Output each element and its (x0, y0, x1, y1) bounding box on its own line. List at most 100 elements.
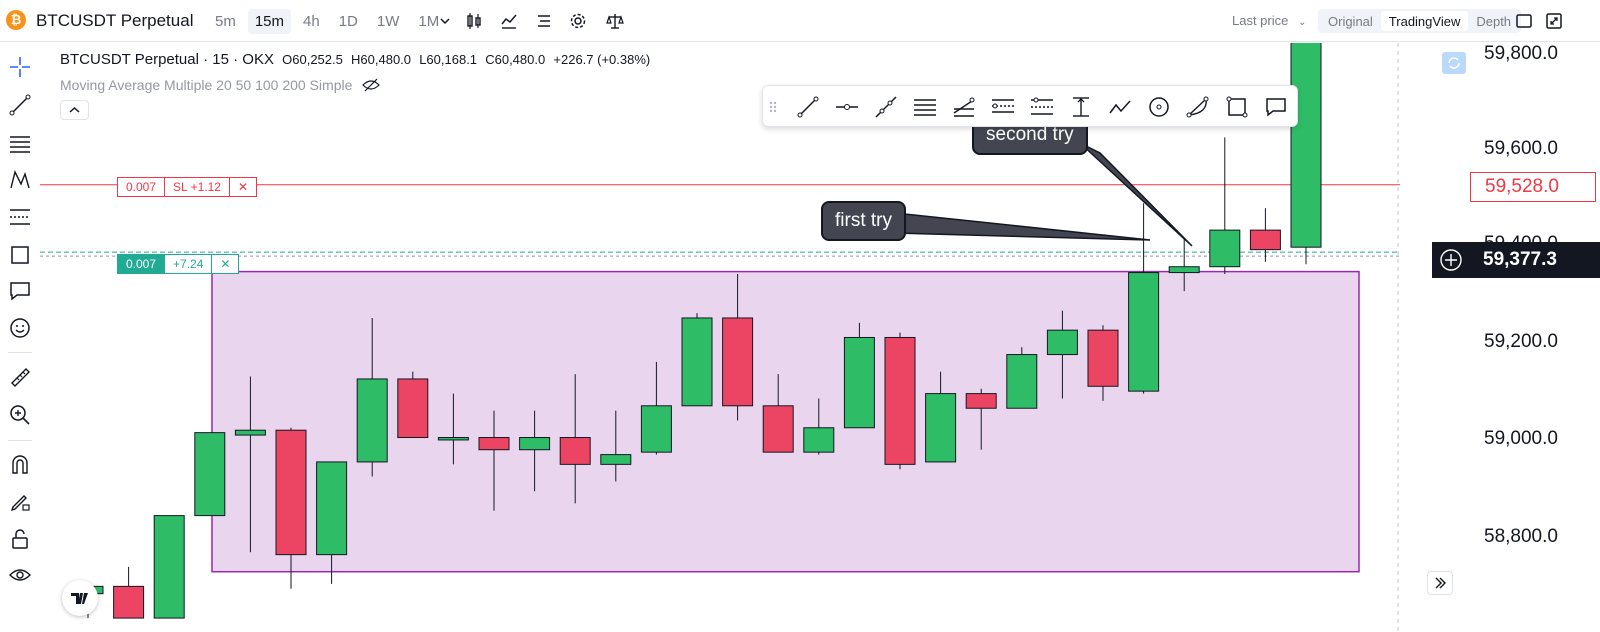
fib-retracement-icon[interactable] (991, 95, 1015, 119)
position-order-label[interactable]: 0.007 +7.24 ✕ (117, 254, 240, 274)
interval-15m[interactable]: 15m (247, 8, 292, 34)
magnet-icon[interactable] (8, 453, 32, 477)
symbol-selector[interactable]: BTCUSDT Perpetual (36, 11, 193, 31)
view-original[interactable]: Original (1320, 11, 1381, 31)
interval-list: 5m 15m 4h 1D 1W 1M (208, 7, 451, 35)
scroll-to-realtime-button[interactable] (1427, 571, 1453, 595)
price-source-label: Last price (1232, 13, 1289, 28)
price-axis[interactable]: 59,800.0 59,600.0 59,400.0 59,200.0 59,0… (1400, 43, 1600, 632)
interval-1w[interactable]: 1W (370, 9, 407, 34)
circle-icon[interactable] (1147, 95, 1171, 119)
candle-body (559, 437, 591, 465)
extended-line-icon[interactable] (874, 95, 898, 119)
candle-body (843, 336, 875, 429)
tp-close-icon[interactable]: ✕ (212, 255, 238, 273)
candle-body (356, 378, 388, 463)
fib-icon[interactable] (8, 205, 32, 229)
callout-second-try-pointer (1079, 142, 1193, 247)
chart-pane[interactable]: BTCUSDT Perpetual · 15 · OKX O60,252.5 H… (40, 43, 1400, 632)
pencil-lock-icon[interactable] (8, 490, 32, 514)
trading-app: ₿ BTCUSDT Perpetual 5m 15m 4h 1D 1W 1M L… (0, 0, 1600, 632)
fib-extension-icon[interactable] (1030, 95, 1054, 119)
rectangle-icon[interactable] (1225, 95, 1249, 119)
interval-5m[interactable]: 5m (208, 9, 243, 34)
candle-type-icon[interactable] (465, 12, 483, 30)
callout-first-try-pointer (894, 212, 1151, 241)
scale-icon[interactable] (606, 12, 624, 30)
tradingview-logo[interactable] (62, 580, 98, 616)
candle-body (925, 393, 957, 463)
candle-body (722, 317, 754, 407)
hidden-eye-icon[interactable] (362, 78, 381, 92)
candle-body (1128, 272, 1160, 392)
window-icon[interactable] (1515, 12, 1533, 30)
trend-line-icon[interactable] (796, 95, 820, 119)
pattern-icon[interactable] (8, 168, 32, 192)
chevrons-right-icon (1435, 577, 1446, 589)
arc-icon[interactable] (1186, 95, 1210, 119)
price-source-dropdown[interactable]: Last price ⌄ (1232, 13, 1306, 28)
drag-handle-icon[interactable] (767, 95, 779, 119)
bitcoin-icon: ₿ (6, 10, 26, 30)
tv-logo-icon (71, 593, 88, 604)
chevron-down-icon[interactable] (436, 12, 454, 30)
candle-body (640, 405, 672, 453)
candle-body (1249, 229, 1281, 251)
sl-close-icon[interactable]: ✕ (230, 178, 256, 196)
candle-body (437, 437, 469, 441)
zoom-icon[interactable] (8, 403, 32, 427)
channel-icon[interactable] (8, 131, 32, 155)
candle-body (681, 317, 713, 407)
divider (8, 440, 32, 441)
candle-body (803, 427, 835, 453)
interval-1d[interactable]: 1D (332, 9, 365, 34)
current-price-label: 59,377.3 (1469, 242, 1600, 278)
candle-body (397, 378, 429, 439)
crosshair-icon[interactable] (8, 55, 32, 79)
price-chart[interactable] (40, 43, 1400, 632)
path-icon[interactable] (1108, 95, 1132, 119)
candle-body (884, 336, 916, 465)
fullscreen-icon[interactable] (1545, 12, 1563, 30)
legend-low: L60,168.1 (419, 52, 478, 67)
horizontal-ray-icon[interactable] (835, 95, 859, 119)
eye-icon[interactable] (8, 563, 32, 587)
comment-icon[interactable] (8, 279, 32, 303)
rectangle-icon[interactable] (8, 243, 32, 267)
legend-high: H60,480.0 (351, 52, 412, 67)
emoji-icon[interactable] (8, 316, 32, 340)
chevron-down-icon: ⌄ (1298, 17, 1307, 28)
parallel-channel-icon[interactable] (913, 95, 937, 119)
lock-icon[interactable] (8, 527, 32, 551)
candle-body (965, 393, 997, 409)
regression-trend-icon[interactable] (952, 95, 976, 119)
candle-body (113, 585, 145, 619)
comment-icon[interactable] (1264, 95, 1288, 119)
callout-first-try[interactable]: first try (821, 201, 906, 241)
view-switcher: Original TradingView Depth (1318, 9, 1522, 33)
add-order-button[interactable] (1432, 242, 1470, 278)
gear-icon[interactable] (569, 12, 587, 30)
view-tradingview[interactable]: TradingView (1380, 11, 1469, 31)
price-range-icon[interactable] (1069, 95, 1093, 119)
collapse-legend-button[interactable] (60, 100, 89, 120)
tp-qty: 0.007 (118, 255, 166, 273)
legend-title: BTCUSDT Perpetual · 15 · OKX (60, 51, 274, 68)
candle-body (1006, 354, 1038, 409)
stop-loss-order-label[interactable]: 0.007 SL +1.12 ✕ (117, 177, 258, 197)
indicator-legend[interactable]: Moving Average Multiple 20 50 100 200 Si… (60, 77, 381, 93)
indicators-icon[interactable] (500, 12, 518, 30)
trend-line-icon[interactable] (8, 93, 32, 117)
view-depth[interactable]: Depth (1468, 11, 1519, 31)
drawing-toolbar-left (0, 43, 40, 632)
legend-close: C60,480.0 (485, 52, 546, 67)
legend-open: O60,252.5 (282, 52, 343, 67)
ruler-icon[interactable] (8, 365, 32, 389)
sync-button[interactable] (1442, 52, 1466, 74)
interval-4h[interactable]: 4h (296, 9, 327, 34)
candle-body (1046, 329, 1078, 356)
chevron-up-icon (69, 106, 80, 113)
sl-qty: 0.007 (118, 178, 166, 196)
candle-body (234, 429, 266, 436)
list-icon[interactable] (535, 12, 553, 30)
